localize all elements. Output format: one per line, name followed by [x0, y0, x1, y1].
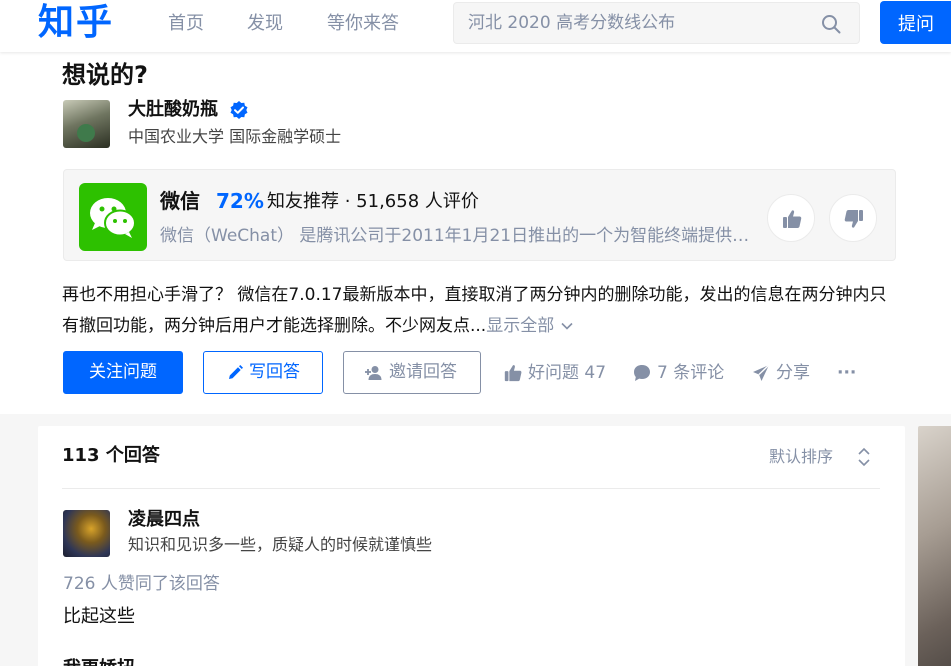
- answer-content[interactable]: 比起这些: [63, 604, 135, 630]
- share-label: 分享: [776, 363, 810, 383]
- comment-icon: [634, 365, 650, 381]
- add-user-icon: [365, 366, 382, 380]
- question-card: 想说的? 大肚酸奶瓶 中国农业大学 国际金融学硕士 微信 72% 知友推荐 · …: [0, 52, 951, 414]
- search-box: [453, 2, 860, 44]
- chevron-down-icon[interactable]: [560, 319, 574, 333]
- good-question-button[interactable]: 好问题 47: [503, 362, 606, 384]
- share-icon: [753, 364, 770, 381]
- comments-label: 7 条评论: [657, 363, 725, 383]
- answer-author-name[interactable]: 凌晨四点: [128, 508, 200, 532]
- write-answer-label: 写回答: [249, 362, 300, 382]
- search-input[interactable]: [468, 3, 808, 43]
- author-name[interactable]: 大肚酸奶瓶: [128, 98, 218, 122]
- author-bio: 中国农业大学 国际金融学硕士: [128, 127, 342, 146]
- verified-badge-icon: [230, 101, 248, 119]
- question-title[interactable]: 想说的?: [62, 60, 148, 90]
- more-options-button[interactable]: ···: [837, 362, 856, 384]
- topic-recommend-percent: 72%: [216, 189, 264, 213]
- nav-waiting-answers[interactable]: 等你来答: [327, 12, 399, 36]
- side-ad-image[interactable]: [918, 426, 951, 666]
- answers-card: 113 个回答 默认排序 凌晨四点 知识和见识多一些，质疑人的时候就谨慎些 72…: [38, 426, 905, 666]
- thumbs-down-icon: [844, 210, 863, 228]
- answer-content-next-line: 我更娇扭: [63, 656, 135, 666]
- zhihu-logo[interactable]: 知乎: [38, 0, 114, 44]
- nav-discover[interactable]: 发现: [247, 12, 283, 36]
- answer-author-avatar[interactable]: [63, 510, 110, 557]
- author-avatar[interactable]: [63, 100, 110, 148]
- thumbs-down-button[interactable]: [829, 194, 877, 242]
- search-icon[interactable]: [821, 14, 841, 34]
- answer-upvote-count: 726 人赞同了该回答: [63, 574, 220, 594]
- sort-toggle-icon[interactable]: [856, 446, 872, 468]
- ask-button[interactable]: 提问: [880, 1, 951, 44]
- write-answer-button[interactable]: 写回答: [203, 351, 323, 394]
- divider: [62, 488, 880, 489]
- question-excerpt[interactable]: 再也不用担心手滑了？ 微信在7.0.17最新版本中，直接取消了两分钟内的删除功能…: [62, 280, 902, 342]
- wechat-logo-icon: [79, 183, 147, 251]
- topic-recommend-count: 知友推荐 · 51,658 人评价: [267, 191, 479, 212]
- answers-count: 113 个回答: [62, 445, 160, 466]
- excerpt-text: 再也不用担心手滑了？ 微信在7.0.17最新版本中，直接取消了两分钟内的删除功能…: [62, 285, 887, 336]
- invite-answer-button[interactable]: 邀请回答: [343, 351, 481, 394]
- thumbs-up-button[interactable]: [767, 194, 815, 242]
- show-all-link[interactable]: 显示全部: [486, 316, 554, 336]
- thumbs-up-icon: [504, 365, 522, 382]
- topic-name[interactable]: 微信: [160, 188, 200, 214]
- topic-description: 微信（WeChat） 是腾讯公司于2011年1月21日推出的一个为智能终端提供即…: [160, 226, 750, 246]
- share-button[interactable]: 分享: [751, 362, 810, 384]
- pencil-icon: [229, 365, 243, 379]
- follow-question-button[interactable]: 关注问题: [63, 351, 183, 394]
- comments-button[interactable]: 7 条评论: [632, 362, 724, 384]
- nav-home[interactable]: 首页: [168, 12, 204, 36]
- good-question-label: 好问题 47: [528, 363, 607, 383]
- invite-answer-label: 邀请回答: [389, 362, 457, 382]
- topic-card[interactable]: 微信 72% 知友推荐 · 51,658 人评价 微信（WeChat） 是腾讯公…: [63, 169, 896, 261]
- thumbs-up-icon: [783, 210, 802, 228]
- top-header: 知乎 首页 发现 等你来答 提问: [0, 0, 951, 52]
- sort-dropdown[interactable]: 默认排序: [769, 446, 833, 468]
- answer-author-bio: 知识和见识多一些，质疑人的时候就谨慎些: [128, 535, 433, 554]
